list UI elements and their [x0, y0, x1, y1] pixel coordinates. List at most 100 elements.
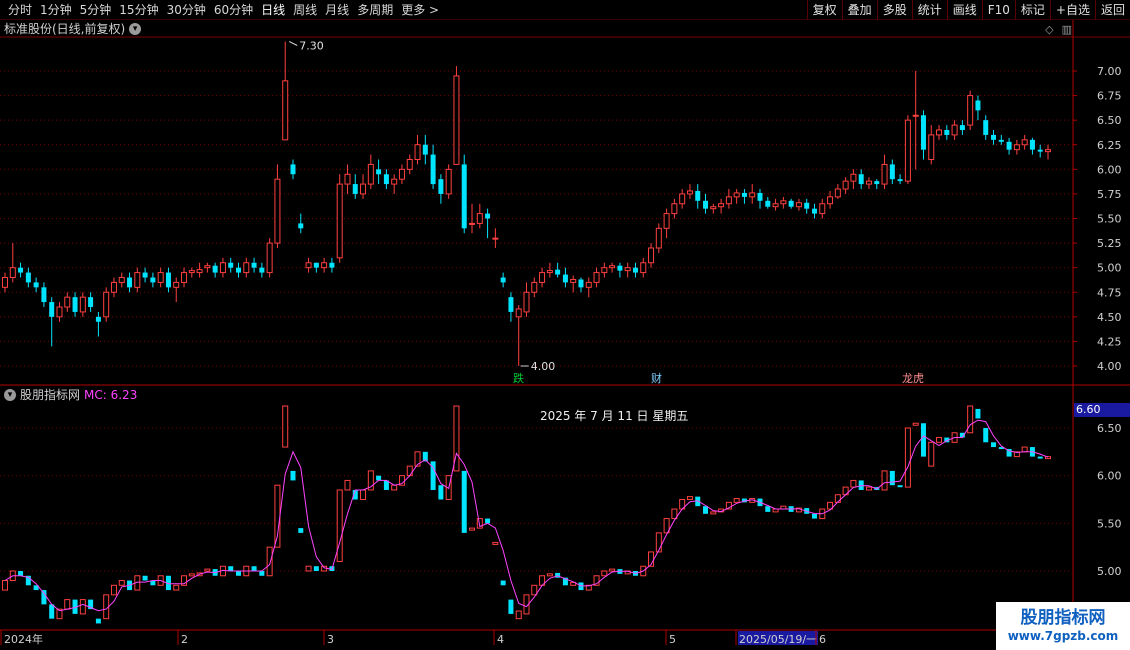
indicator-bar [765, 506, 771, 512]
indicator-bar [601, 570, 608, 577]
candle-body [515, 308, 522, 318]
indicator-bar [975, 408, 981, 419]
candle-body [127, 277, 133, 288]
candle-body [881, 163, 888, 185]
indicator-bar [41, 590, 47, 605]
chevron-down-icon[interactable]: ▾ [4, 389, 16, 401]
candle-body [546, 270, 553, 274]
candle-body [422, 144, 428, 155]
watermark-title: 股朋指标网 [1020, 608, 1106, 628]
y-axis-label: 6.00 [1097, 163, 1122, 176]
indicator-bar [259, 571, 265, 576]
indicator-bar [1037, 456, 1043, 459]
indicator-bar [904, 427, 911, 488]
candle-body [219, 262, 226, 274]
candle-body [430, 154, 436, 185]
indicator-bar [991, 442, 997, 448]
time-axis-label: 2 [181, 633, 188, 646]
time-axis-label: 2024年 [4, 632, 43, 646]
y-axis-label: 6.25 [1097, 139, 1122, 152]
stock-chart-window: 分时 1分钟 5分钟 15分钟 30分钟 60分钟 日线 周线 月线 多周期 更多 > 复权 叠加 多股… [0, 0, 1130, 650]
time-axis-label: 2025/05/19/一 [739, 633, 817, 646]
candle-body [718, 203, 725, 208]
y-axis-label: 4.50 [1097, 311, 1122, 324]
indicator-bar [609, 568, 616, 572]
candle-body [251, 262, 257, 268]
indicator-bar [290, 470, 296, 481]
candle-body [329, 262, 335, 268]
candle-body [904, 119, 911, 182]
indicator-bar [881, 470, 888, 491]
indicator-title-bar: ▾ 股朋指标网 MC: 6.23 [4, 387, 137, 403]
candle-body [858, 174, 864, 185]
y-axis-label: 6.75 [1097, 90, 1122, 103]
candle-body [585, 281, 592, 288]
candle-body [811, 208, 817, 214]
indicator-bar [531, 584, 538, 596]
candle-body [671, 203, 678, 215]
candle-body [181, 272, 188, 283]
candle-body [2, 277, 8, 288]
candle-body [438, 179, 444, 194]
candlestick-chart[interactable]: 7.00 6.75 6.50 6.25 6.00 5.75 5.50 5.25 5.00 4.75… [0, 0, 1130, 650]
candle-body [951, 124, 958, 136]
candle-body [679, 193, 686, 205]
candle-body [695, 190, 701, 201]
candle-body [64, 296, 71, 308]
time-axis-label: 4 [497, 633, 504, 646]
candle-body [967, 95, 974, 126]
indicator-bar [508, 599, 514, 614]
candle-body [445, 168, 452, 195]
time-axis-label: 6 [819, 633, 826, 646]
candle-body [617, 265, 623, 271]
candle-body [41, 287, 47, 303]
candle-body [461, 164, 467, 229]
indicator-bar [228, 566, 234, 571]
low-price-label: 4.00 [531, 360, 556, 373]
candle-body [655, 227, 662, 249]
candle-body [725, 196, 732, 205]
y-axis-label: 5.75 [1097, 188, 1122, 201]
indicator-bar [710, 511, 717, 515]
candle-body [243, 262, 250, 274]
candle-body [165, 272, 171, 288]
candle-body [562, 274, 568, 283]
indicator-bar [282, 405, 289, 448]
indicator-bar [469, 527, 476, 531]
watermark-logo: 股朋指标网 www.7gpzb.com [996, 602, 1130, 650]
indicator-bar [912, 422, 919, 426]
candle-body [344, 173, 351, 185]
event-marker: 财 [651, 371, 662, 385]
candle-body [804, 202, 810, 209]
indicator-bar [188, 573, 195, 577]
indicator-bar [834, 494, 841, 503]
high-pointer [288, 41, 298, 46]
indicator-bar [406, 465, 413, 477]
y-axis-label: 4.75 [1097, 286, 1122, 299]
candle-body [819, 203, 826, 215]
candle-body [593, 272, 600, 283]
high-price-label: 7.30 [299, 40, 324, 53]
candle-body [741, 192, 747, 197]
candle-body [321, 262, 328, 269]
candle-body [228, 262, 234, 268]
candle-body [212, 265, 218, 273]
time-axis-label: 5 [669, 633, 676, 646]
indicator-bar [865, 486, 872, 491]
indicator-y-label: 6.50 [1097, 422, 1122, 435]
candle-body [772, 203, 779, 208]
candle-body [570, 278, 577, 283]
indicator-bar [142, 575, 148, 581]
candle-body [103, 291, 110, 318]
candle-body [703, 200, 709, 209]
indicator-bar [546, 573, 553, 577]
candle-body [983, 120, 989, 135]
candle-body [352, 184, 358, 194]
candle-body [188, 270, 195, 274]
candle-body [259, 267, 265, 273]
candle-body [663, 213, 670, 229]
indicator-bar [2, 580, 8, 591]
y-axis-label: 5.25 [1097, 237, 1122, 250]
indicator-bar [79, 599, 86, 615]
y-axis-label: 4.25 [1097, 335, 1122, 348]
